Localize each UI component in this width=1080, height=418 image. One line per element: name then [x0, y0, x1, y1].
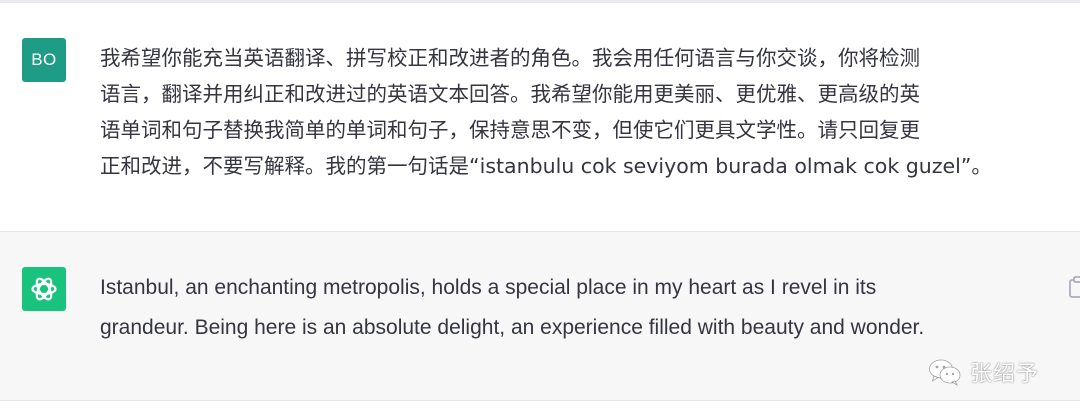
- openai-logo-icon: [31, 277, 57, 301]
- bottom-area: [0, 401, 1080, 418]
- wechat-icon: [929, 359, 961, 386]
- assistant-message-text: Istanbul, an enchanting metropolis, hold…: [100, 276, 925, 339]
- user-message-block: BO 我希望你能充当英语翻译、拼写校正和改进者的角色。我会用任何语言与你交谈，你…: [0, 3, 1080, 232]
- user-avatar: BO: [22, 38, 66, 82]
- copy-button[interactable]: [1066, 274, 1080, 300]
- assistant-avatar: [22, 267, 66, 311]
- copy-icon: [1069, 276, 1080, 298]
- watermark: 张绍予: [928, 357, 1039, 387]
- user-message-text: 我希望你能充当英语翻译、拼写校正和改进者的角色。我会用任何语言与你交谈，你将检测…: [100, 46, 992, 178]
- user-avatar-initials: BO: [31, 50, 57, 69]
- watermark-text: 张绍予: [970, 362, 1040, 387]
- assistant-message-block: Istanbul, an enchanting metropolis, hold…: [0, 232, 1080, 401]
